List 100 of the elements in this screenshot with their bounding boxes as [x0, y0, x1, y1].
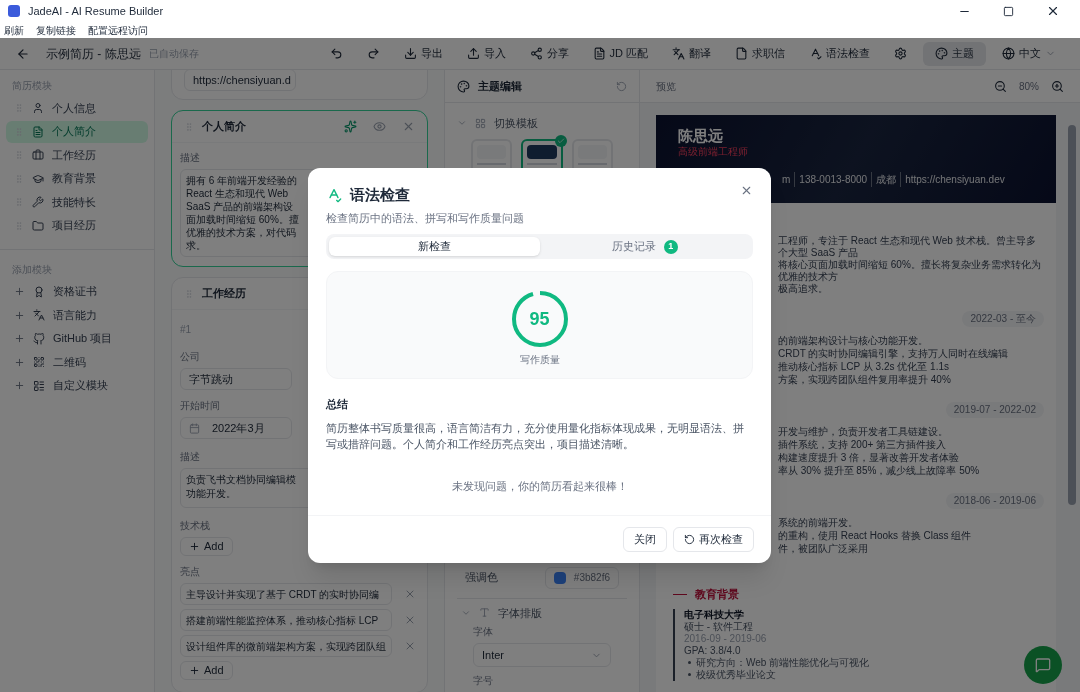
zoom-in-icon[interactable] [1051, 79, 1064, 93]
zoom-level: 80% [1019, 79, 1039, 94]
calendar-icon [189, 422, 200, 434]
sidebar-item[interactable]: 语言能力 [6, 304, 148, 326]
zoom-out-icon[interactable] [994, 79, 1007, 93]
color-swatch [553, 571, 566, 584]
github-icon [33, 332, 45, 345]
folder-icon [32, 219, 44, 232]
sidebar-item[interactable]: 自定义模块 [6, 374, 148, 397]
close-icon[interactable] [1046, 4, 1060, 18]
toolbar-button[interactable]: 分享 [521, 41, 577, 66]
resume-text: 开发与维护，负责开发者工具链建设。 [778, 426, 949, 438]
menu-item[interactable]: 刷新 [4, 22, 24, 38]
translate-icon [672, 47, 685, 60]
toolbar-button[interactable]: 导入 [458, 41, 514, 66]
share-icon [529, 47, 543, 60]
eye-icon[interactable] [373, 120, 386, 133]
date-badge: 2022-03 - 至今 [962, 311, 1044, 327]
highlight-field[interactable]: 设计组件库的微前端架构方案，实现跨团队组 [180, 635, 392, 657]
sidebar-item[interactable]: 教育背景 [6, 167, 148, 190]
date-field[interactable]: 2022年3月 [180, 417, 292, 439]
score-label: 写作质量 [519, 353, 560, 368]
palette-icon [457, 79, 470, 93]
document-icon [32, 125, 44, 138]
toolbar-button[interactable]: 导出 [395, 41, 451, 66]
field-label: 字号 [473, 675, 493, 687]
graduation-cap-icon [32, 172, 44, 185]
close-button[interactable]: 关闭 [623, 527, 667, 552]
resume-text: 推动核心指标 LCP 从 3.2s 优化至 1.1s [778, 361, 950, 373]
toolbar-button[interactable]: 翻译 [664, 41, 719, 66]
panel-title: 预览 [656, 79, 677, 94]
contact-info: 成都 [871, 172, 901, 187]
resume-role: 高级前端工程师 [678, 146, 748, 158]
add-button[interactable]: Add [180, 661, 233, 680]
sidebar-item[interactable]: 技能特长 [6, 191, 148, 213]
field-label: 强调色 [465, 570, 498, 586]
remove-icon[interactable] [404, 640, 416, 652]
contact-info: https://chensiyuan.dev [900, 172, 1009, 187]
color-picker[interactable]: #3b82f6 [544, 566, 619, 589]
app-logo-icon [8, 5, 20, 17]
degree: 硕士 - 软件工程 [684, 620, 753, 633]
plus-icon [14, 333, 25, 344]
sparkle-icon[interactable] [344, 120, 357, 133]
remove-icon[interactable] [404, 614, 416, 626]
language-select[interactable]: 中文 [994, 41, 1064, 66]
plus-icon [14, 286, 25, 297]
tab[interactable]: 新检查 [329, 237, 540, 257]
section-heading: 切换模板 [494, 116, 538, 131]
reset-icon[interactable] [616, 80, 627, 92]
toolbar-button[interactable]: 语法检查 [801, 41, 878, 66]
school-name: 电子科技大学 [684, 608, 744, 621]
wrench-icon [32, 196, 44, 208]
field-label: 公司 [180, 351, 200, 363]
maximize-icon[interactable] [1003, 5, 1014, 17]
sidebar-item[interactable]: 资格证书 [6, 280, 148, 303]
plus-icon [14, 380, 25, 391]
sidebar-item[interactable]: GitHub 项目 [6, 327, 148, 350]
company-field[interactable]: 字节跳动 [180, 368, 292, 390]
menu-item[interactable]: 配置远程访问 [88, 22, 148, 38]
gpa: GPA: 3.8/4.0 [684, 644, 741, 657]
count-badge: 1 [663, 239, 678, 254]
panel-title: 主题编辑 [478, 78, 523, 94]
palette-icon [935, 47, 948, 60]
translate-icon [33, 309, 45, 321]
resume-text: 的前端架构设计与核心功能开发。 [778, 335, 929, 347]
resume-text: 的重构，使用 React Hooks 替换 Class 组件 [778, 530, 973, 542]
upload-icon [466, 47, 480, 60]
resume-title: 示例简历 - 陈思远 [46, 45, 141, 63]
document-icon [592, 47, 606, 60]
resume-text: 件，被团队广泛采用 [778, 543, 869, 555]
resume-text: 方案，实现跨团队组件复用率提升 40% [778, 374, 952, 386]
section-heading: 字体排版 [498, 605, 542, 621]
resume-text: 系统的前端开发。 [778, 517, 859, 529]
sidebar-item[interactable]: 项目经历 [6, 214, 148, 237]
menu-item[interactable]: 复制链接 [36, 22, 76, 38]
qr-code-icon [33, 356, 45, 368]
highlight-field[interactable]: 搭建前端性能监控体系，推动核心指标 LCP [180, 609, 392, 631]
sidebar-item[interactable]: 工作经历 [6, 144, 148, 166]
sidebar-item[interactable]: 二维码 [6, 351, 148, 373]
plus-icon [14, 309, 25, 321]
toolbar-button[interactable]: 求职信 [727, 41, 793, 66]
add-button[interactable]: Add [180, 537, 233, 556]
sidebar-item[interactable]: 个人简介 [6, 120, 148, 143]
highlight-field[interactable]: 主导设计并实现了基于 CRDT 的实时协同编 [180, 583, 392, 605]
font-select[interactable]: Inter [473, 643, 611, 667]
list-icon [33, 379, 45, 392]
plus-icon [189, 541, 200, 552]
bullet-item: 校级优秀毕业论文 [696, 668, 776, 681]
tab[interactable]: 历史记录 1 [539, 237, 750, 257]
resume-text: 插件系统，支持 200+ 第三方插件接入 [778, 439, 948, 451]
summary-text: 简历整体书写质量很高，语言简洁有力，充分使用量化指标体现成果，无明显语法、拼写或措辞问题。个人简介和工作经历亮点突出，项目描述清晰。 [326, 421, 745, 452]
toolbar-button[interactable]: JD 匹配 [584, 41, 656, 66]
sidebar-item[interactable]: 个人信息 [6, 97, 148, 119]
remove-icon[interactable] [404, 588, 416, 600]
document-icon [735, 47, 748, 60]
field-label: 字体 [473, 626, 493, 638]
resume-text: 构建速度提升 3 倍，显著改善开发者体验 [778, 452, 961, 464]
chat-icon [1035, 657, 1051, 673]
toolbar-button[interactable]: 主题 [923, 41, 986, 66]
recheck-button[interactable]: 再次检查 [673, 527, 754, 552]
